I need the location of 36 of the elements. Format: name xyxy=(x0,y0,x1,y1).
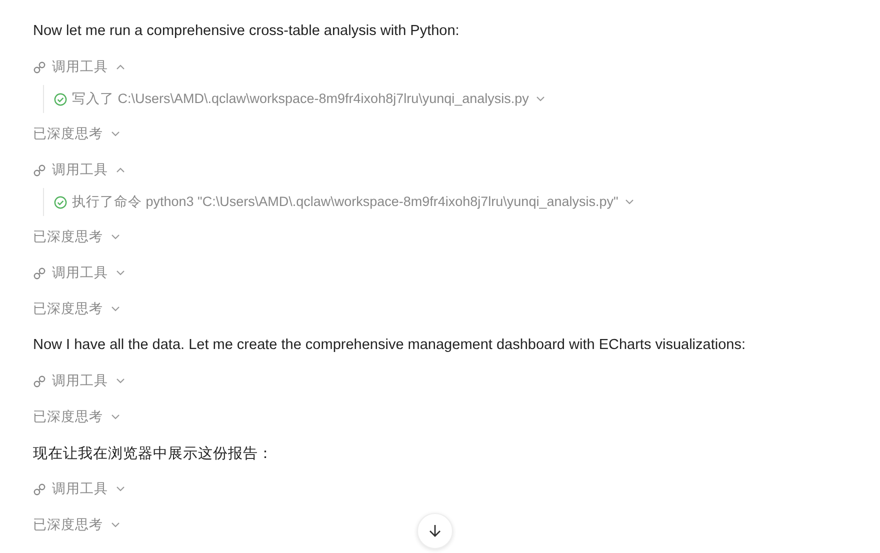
thinking-toggle[interactable]: 已深度思考 xyxy=(33,228,103,246)
chevron-down-icon[interactable] xyxy=(116,270,125,276)
tool-call-toggle[interactable]: 调用工具 xyxy=(52,161,108,179)
message-text: Now let me run a comprehensive cross-table analysis with Python: xyxy=(33,23,460,39)
thinking-toggle[interactable]: 已深度思考 xyxy=(33,408,103,426)
link-icon xyxy=(33,482,46,496)
chevron-up-icon[interactable] xyxy=(116,167,125,173)
chevron-up-icon[interactable] xyxy=(116,64,125,70)
tool-call-toggle[interactable]: 调用工具 xyxy=(52,480,108,498)
message-text: Now I have all the data. Let me create the comprehensive management dashboard with ECharts visualizations: xyxy=(33,337,746,353)
chevron-down-icon[interactable] xyxy=(116,486,125,492)
link-icon xyxy=(33,374,46,388)
chevron-down-icon[interactable] xyxy=(111,234,120,240)
thinking-toggle[interactable]: 已深度思考 xyxy=(33,125,103,143)
arrow-down-icon xyxy=(429,524,441,538)
tool-call-toggle[interactable]: 调用工具 xyxy=(52,372,108,390)
chevron-down-icon[interactable] xyxy=(536,96,545,102)
link-icon xyxy=(33,266,46,280)
scroll-down-button[interactable] xyxy=(417,513,453,549)
tool-step-text: 执行了命令 python3 "C:\Users\AMD\.qclaw\workspace-8m9fr4ixoh8j7lru\yunqi_analysis.py" xyxy=(72,193,618,211)
link-icon xyxy=(33,164,46,176)
thinking-toggle[interactable]: 已深度思考 xyxy=(33,516,103,534)
chevron-down-icon[interactable] xyxy=(111,414,120,420)
tool-call-toggle[interactable]: 调用工具 xyxy=(52,58,108,76)
link-icon xyxy=(33,60,46,74)
chevron-down-icon[interactable] xyxy=(116,378,125,384)
tool-step-text: 写入了 C:\Users\AMD\.qclaw\workspace-8m9fr4ixoh8j7lru\yunqi_analysis.py xyxy=(72,90,529,108)
chevron-down-icon[interactable] xyxy=(111,306,120,312)
chevron-down-icon[interactable] xyxy=(111,131,120,137)
tool-call-toggle[interactable]: 调用工具 xyxy=(52,264,108,282)
message-text: 现在让我在浏览器中展示这份报告： xyxy=(33,444,273,462)
chevron-down-icon[interactable] xyxy=(625,199,634,205)
check-circle-icon xyxy=(54,196,67,208)
check-circle-icon xyxy=(54,92,67,106)
chevron-down-icon[interactable] xyxy=(111,522,120,528)
thinking-toggle[interactable]: 已深度思考 xyxy=(33,300,103,318)
